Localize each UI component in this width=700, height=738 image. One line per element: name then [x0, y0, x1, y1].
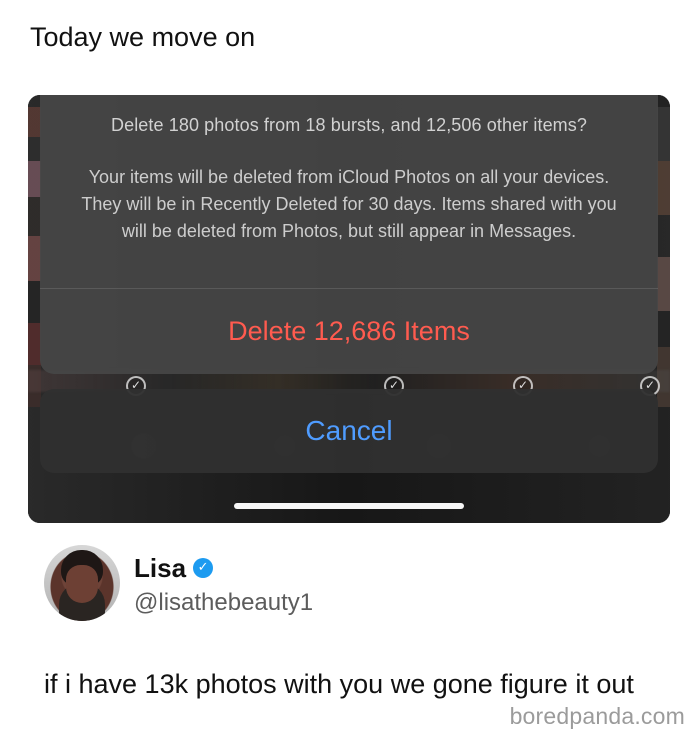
delete-confirmation-alert: Delete 180 photos from 18 bursts, and 12…	[40, 95, 658, 374]
ios-delete-confirmation-screenshot: Delete 180 photos from 18 bursts, and 12…	[28, 95, 670, 523]
meme-post: Today we move on Delete 180 photos from …	[0, 0, 700, 738]
cancel-button[interactable]: Cancel	[40, 389, 658, 473]
alert-title: Delete 180 photos from 18 bursts, and 12…	[111, 115, 587, 135]
delete-items-button[interactable]: Delete 12,686 Items	[40, 289, 658, 374]
display-name[interactable]: Lisa	[134, 553, 186, 583]
right-photo-thumbnails	[657, 107, 670, 407]
cancel-action-sheet: Cancel	[40, 389, 658, 473]
site-watermark: boredpanda.com	[509, 703, 685, 729]
user-handle[interactable]: @lisathebeauty1	[134, 588, 313, 618]
tweet-author-row: Lisa ✓	[134, 553, 214, 583]
avatar[interactable]	[44, 545, 120, 621]
verified-badge-icon: ✓	[193, 558, 214, 578]
alert-message: Your items will be deleted from iCloud P…	[81, 167, 617, 241]
tweet-text: if i have 13k photos with you we gone fi…	[44, 669, 634, 699]
home-indicator[interactable]	[234, 503, 464, 509]
post-caption: Today we move on	[30, 22, 256, 52]
tweet-card: Lisa ✓ @lisathebeauty1 if i have 13k pho…	[28, 545, 670, 724]
